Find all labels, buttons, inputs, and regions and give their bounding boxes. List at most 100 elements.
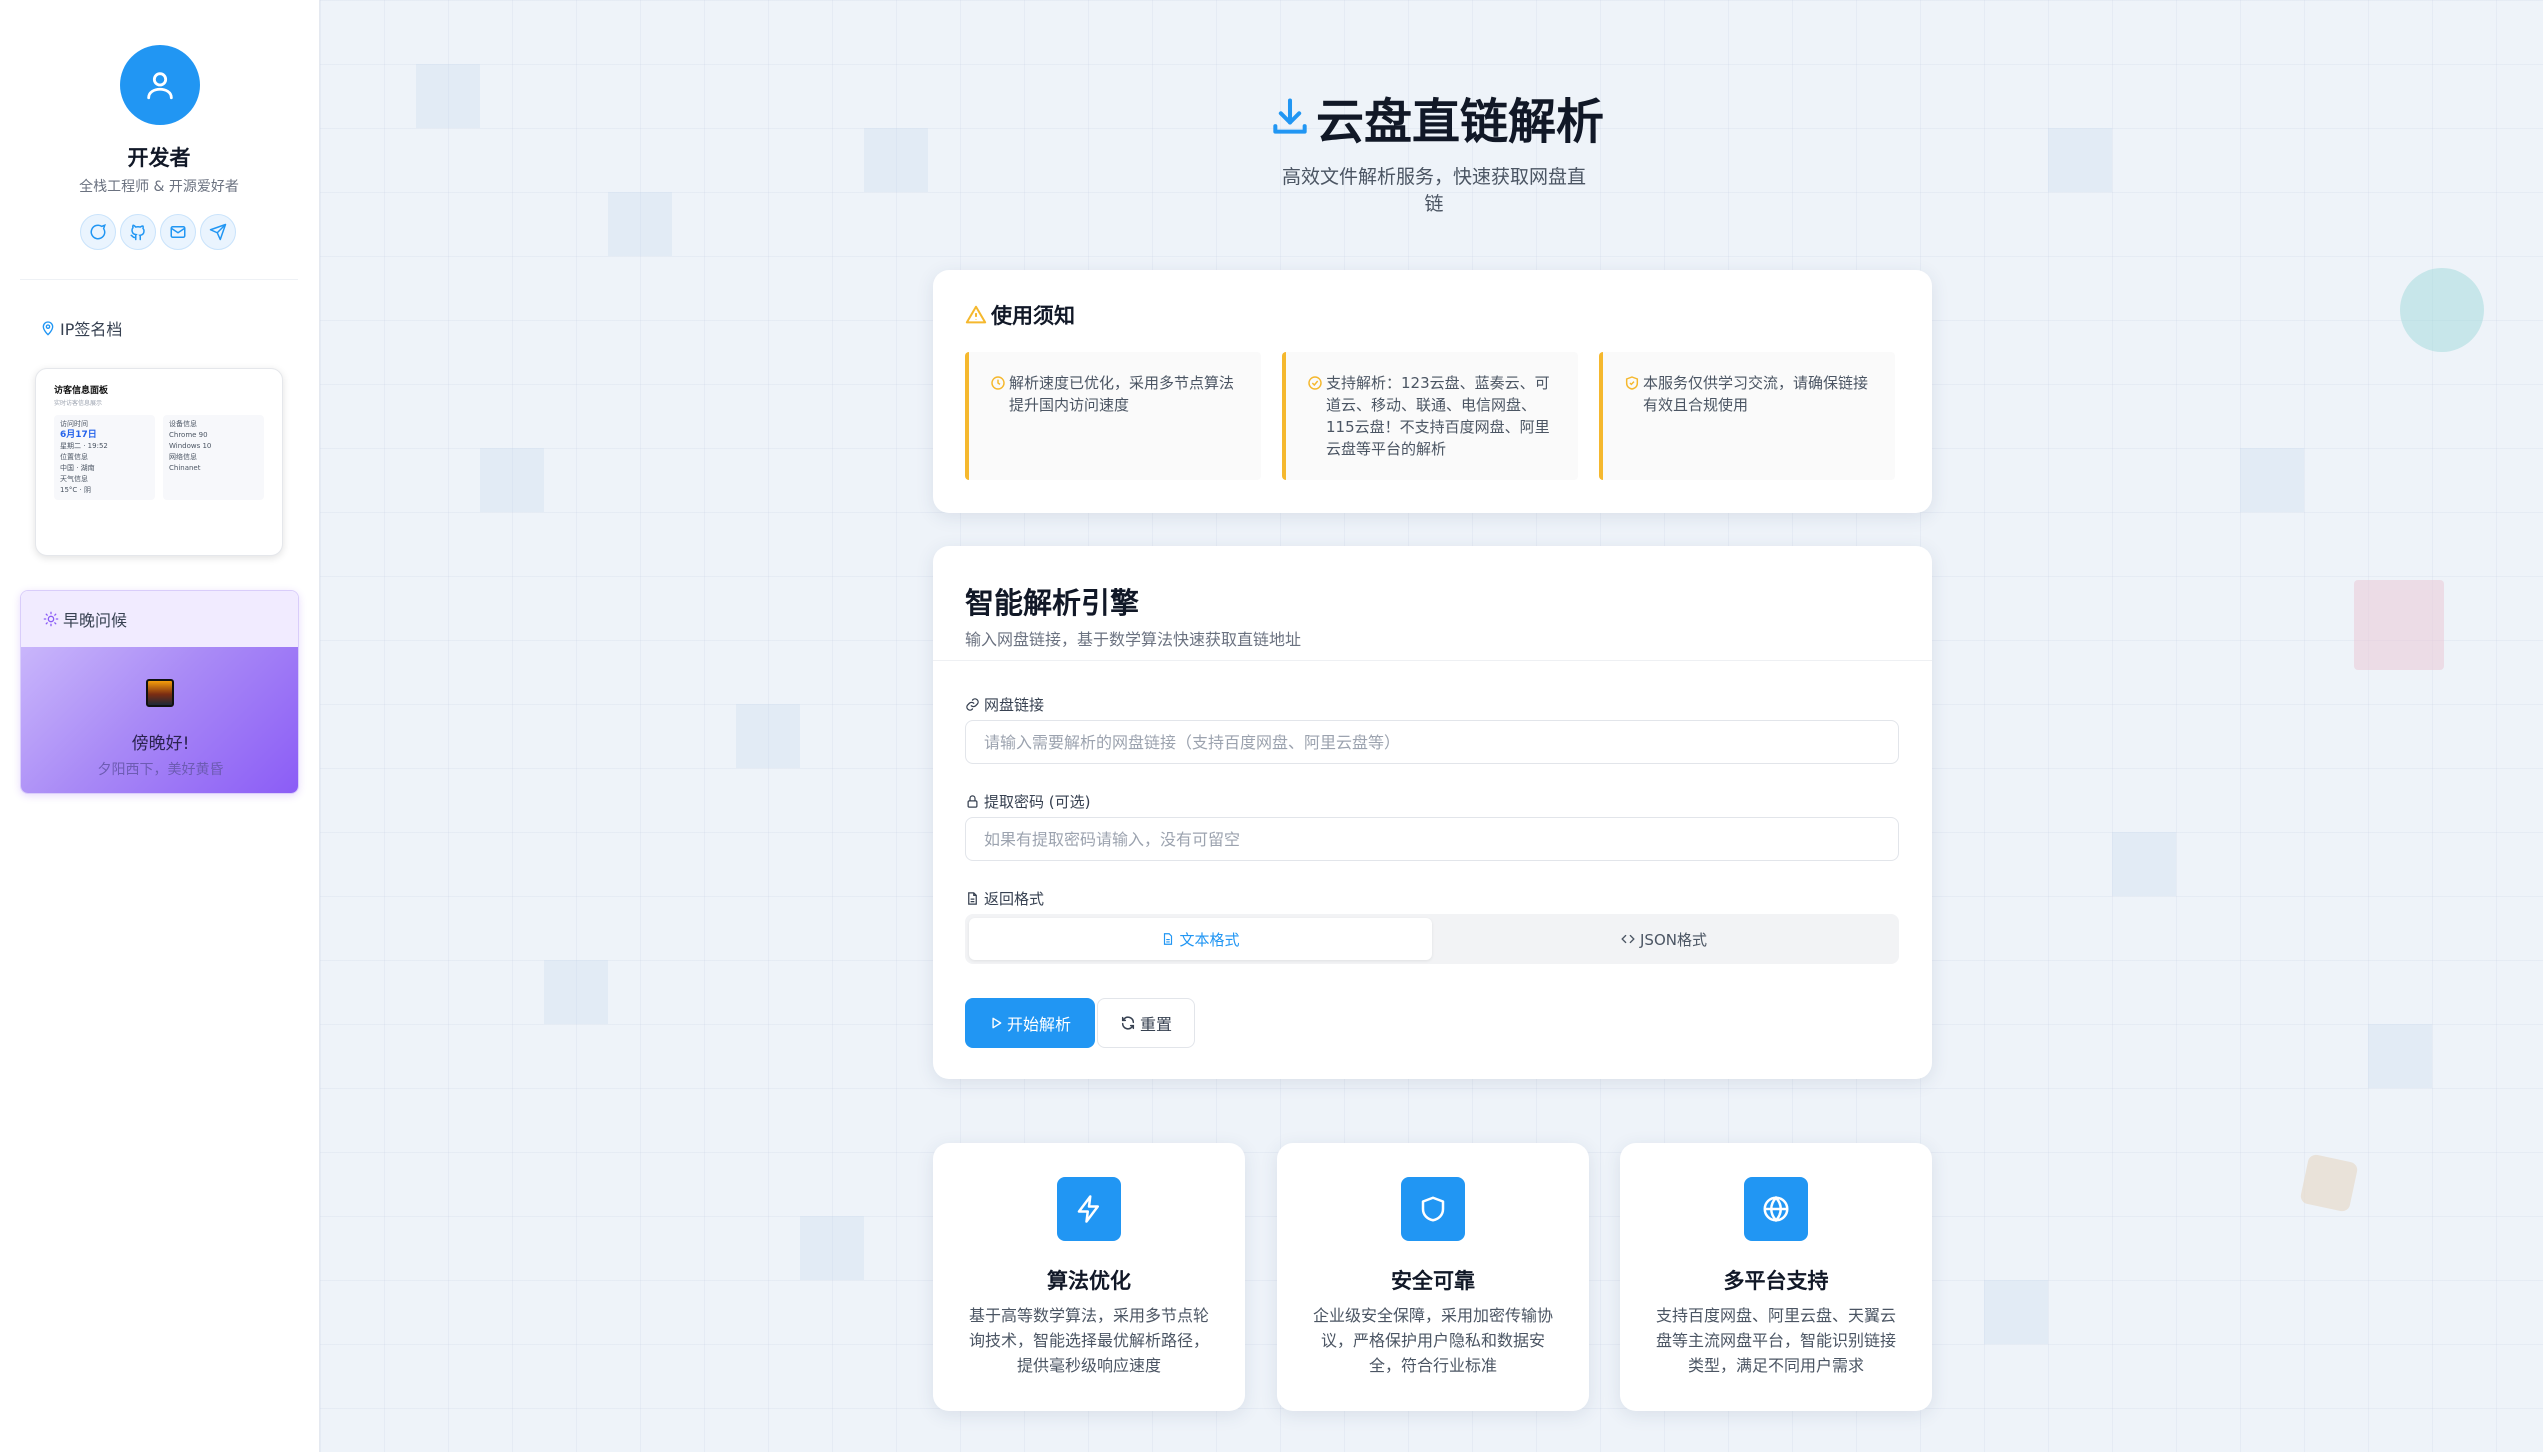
feature-card-algorithm: 算法优化 基于高等数学算法，采用多节点轮询技术，智能选择最优解析路径，提供毫秒级… [933, 1143, 1245, 1411]
feature-title: 安全可靠 [1391, 1269, 1475, 1293]
engine-title: 智能解析引擎 [965, 586, 1140, 620]
user-icon [147, 72, 173, 100]
decorative-circle [2400, 268, 2484, 352]
reset-label: 重置 [1139, 1015, 1172, 1034]
file-icon [968, 892, 977, 905]
format-json-label: JSON格式 [1640, 930, 1707, 949]
password-input[interactable] [965, 817, 1899, 861]
page-title-text: 云盘直链解析 [1316, 94, 1605, 150]
notice-item-text: 本服务仅供学习交流，请确保链接有效且合规使用 [1643, 374, 1869, 414]
send-icon [209, 223, 227, 241]
check-circle-icon [1308, 376, 1322, 390]
format-field-label: 返回格式 [965, 888, 1044, 909]
engine-subtitle: 输入网盘链接，基于数学算法快速获取直链地址 [965, 630, 1302, 649]
network-value: Chinanet [169, 464, 201, 472]
profile-card: 开发者 全栈工程师 & 开源爱好者 [20, 0, 298, 280]
github-social-button[interactable] [120, 214, 156, 250]
password-field-label: 提取密码 (可选) [965, 791, 1090, 812]
notice-item-speed: 解析速度已优化，采用多节点算法提升国内访问速度 [965, 352, 1261, 480]
feature-card-security: 安全可靠 企业级安全保障，采用加密传输协议，严格保护用户隐私和数据安全，符合行业… [1277, 1143, 1589, 1411]
feature-description: 基于高等数学算法，采用多节点轮询技术，智能选择最优解析路径，提供毫秒级响应速度 [968, 1306, 1209, 1375]
warning-icon [965, 305, 987, 324]
link-label-text: 网盘链接 [984, 696, 1045, 714]
feature-icon-box [1744, 1177, 1808, 1241]
reset-button[interactable]: 重置 [1097, 998, 1195, 1048]
feature-description: 企业级安全保障，采用加密传输协议，严格保护用户隐私和数据安全，符合行业标准 [1312, 1306, 1553, 1375]
start-parse-button[interactable]: 开始解析 [965, 998, 1095, 1048]
greeting-text: 傍晚好! [131, 734, 190, 754]
notice-card: 使用须知 解析速度已优化，采用多节点算法提升国内访问速度 支持解析：123云盘、… [933, 270, 1932, 513]
greeting-subtext: 夕阳西下，美好黄昏 [97, 762, 224, 778]
message-icon [90, 223, 106, 240]
greeting-title: 早晚问候 [63, 611, 128, 630]
ip-card-subtitle: 实时访客信息展示 [54, 400, 103, 407]
feature-description: 支持百度网盘、阿里云盘、天翼云盘等主流网盘平台，智能识别链接类型，满足不同用户需… [1655, 1306, 1896, 1375]
ip-card-left-column: 访问时间 6月17日 星期二 · 19:52 位置信息 中国 · 湖南 天气信息… [54, 415, 155, 500]
parse-engine-card: 智能解析引擎 输入网盘链接，基于数学算法快速获取直链地址 网盘链接 提取密码 (… [933, 546, 1932, 1079]
shield-icon [1421, 1196, 1445, 1222]
notice-item-disclaimer: 本服务仅供学习交流，请确保链接有效且合规使用 [1599, 352, 1895, 480]
format-selector: 文本格式 JSON格式 [965, 914, 1899, 964]
mail-social-button[interactable] [160, 214, 196, 250]
ip-card-right-column: 设备信息 Chrome 90 Windows 10 网络信息 Chinanet [163, 415, 264, 500]
ip-card-title: 访客信息面板 [54, 386, 109, 396]
format-text-label: 文本格式 [1179, 930, 1240, 949]
feature-card-multiplatform: 多平台支持 支持百度网盘、阿里云盘、天翼云盘等主流网盘平台，智能识别链接类型，满… [1620, 1143, 1932, 1411]
sun-icon [43, 611, 59, 627]
github-icon [130, 224, 145, 241]
social-links [80, 214, 236, 250]
profile-bio: 全栈工程师 & 开源爱好者 [79, 179, 239, 195]
device-label: 设备信息 [169, 420, 197, 428]
device-os: Windows 10 [169, 442, 212, 450]
feature-icon-box [1401, 1177, 1465, 1241]
lock-icon [967, 795, 978, 808]
visit-date: 6月17日 [60, 430, 97, 440]
weather-label: 天气信息 [60, 475, 88, 483]
notice-heading: 使用须知 [965, 300, 1075, 330]
format-label-text: 返回格式 [984, 890, 1045, 908]
greeting-card: 早晚问候 傍晚好! 夕阳西下，美好黄昏 [20, 590, 299, 794]
format-text-option[interactable]: 文本格式 [969, 918, 1432, 960]
code-icon [1621, 934, 1635, 944]
location-value: 中国 · 湖南 [60, 464, 95, 472]
link-input[interactable] [965, 720, 1899, 764]
profile-name: 开发者 [127, 146, 191, 170]
engine-divider [933, 660, 1932, 661]
weather-value: 15°C · 阴 [60, 486, 91, 494]
avatar[interactable] [120, 45, 200, 125]
page-title: 云盘直链解析 [1268, 82, 1604, 152]
greeting-body: 傍晚好! 夕阳西下，美好黄昏 [21, 647, 298, 793]
network-label: 网络信息 [169, 453, 197, 461]
notice-item-support: 支持解析：123云盘、蓝奏云、可道云、移动、联通、电信网盘、115云盘！不支持百… [1282, 352, 1578, 480]
decorative-tile [2299, 1153, 2359, 1213]
mail-icon [170, 226, 186, 238]
page-subtitle: 高效文件解析服务，快速获取网盘直链 [1281, 166, 1586, 215]
notice-title: 使用须知 [991, 304, 1075, 328]
clock-icon [991, 376, 1005, 390]
format-json-option[interactable]: JSON格式 [1432, 918, 1895, 960]
start-parse-label: 开始解析 [1006, 1015, 1071, 1034]
feature-title: 算法优化 [1047, 1269, 1131, 1293]
ip-sign-card[interactable]: 访客信息面板 实时访客信息展示 访问时间 6月17日 星期二 · 19:52 位… [35, 368, 283, 556]
visit-label: 访问时间 [60, 420, 88, 428]
decorative-square [2354, 580, 2444, 670]
ip-sign-heading: IP签名档 [40, 316, 122, 340]
message-social-button[interactable] [80, 214, 116, 250]
visit-weekday: 星期二 · 19:52 [60, 442, 108, 450]
device-browser: Chrome 90 [169, 431, 208, 439]
play-icon [992, 1017, 1002, 1029]
location-label: 位置信息 [60, 453, 88, 461]
download-icon [1273, 98, 1307, 134]
password-label-text: 提取密码 (可选) [984, 793, 1091, 811]
refresh-icon [1121, 1016, 1135, 1030]
link-icon [966, 698, 979, 711]
location-pin-icon [42, 321, 54, 336]
feature-icon-box [1057, 1177, 1121, 1241]
send-social-button[interactable] [200, 214, 236, 250]
shield-check-icon [1625, 376, 1639, 390]
sunset-icon [146, 679, 174, 707]
link-field-label: 网盘链接 [965, 694, 1044, 715]
lightning-icon [1077, 1195, 1099, 1223]
ip-sign-title: IP签名档 [60, 320, 123, 339]
globe-icon [1763, 1195, 1789, 1223]
